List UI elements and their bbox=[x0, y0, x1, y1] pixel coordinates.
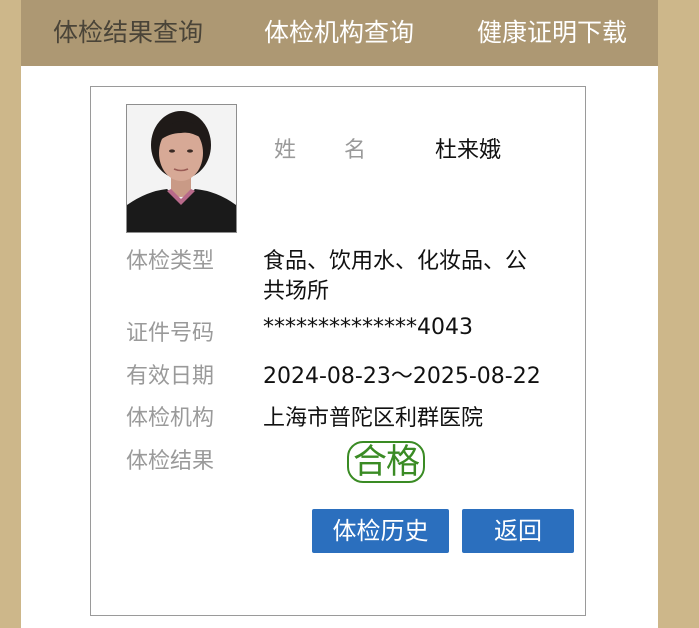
exam-type-value-line2: 共场所 bbox=[263, 279, 330, 304]
exam-institution-label: 体检机构 bbox=[126, 406, 215, 431]
portrait-image bbox=[127, 105, 236, 232]
back-button[interactable]: 返回 bbox=[462, 509, 574, 553]
exam-result-badge: 合格 bbox=[347, 441, 425, 483]
nav-tab-certificate-download[interactable]: 健康证明下载 bbox=[477, 0, 627, 66]
id-number-value: **************4043 bbox=[263, 315, 473, 340]
exam-institution-value: 上海市普陀区利群医院 bbox=[263, 406, 484, 431]
exam-type-label: 体检类型 bbox=[126, 249, 215, 274]
exam-history-button[interactable]: 体检历史 bbox=[312, 509, 449, 553]
top-nav: 体检结果查询 体检机构查询 健康证明下载 bbox=[21, 0, 658, 66]
person-photo bbox=[126, 104, 237, 233]
name-label-second-char: 名 bbox=[344, 138, 367, 163]
person-name: 杜来娥 bbox=[435, 138, 502, 163]
exam-result-label: 体检结果 bbox=[126, 449, 215, 474]
name-label-first-char: 姓 bbox=[274, 138, 297, 163]
valid-date-label: 有效日期 bbox=[126, 364, 215, 389]
nav-tab-result-query[interactable]: 体检结果查询 bbox=[53, 0, 203, 66]
exam-type-value-line1: 食品、饮用水、化妆品、公 bbox=[263, 249, 528, 274]
valid-date-value: 2024-08-23～2025-08-22 bbox=[263, 364, 541, 389]
id-number-label: 证件号码 bbox=[126, 321, 215, 346]
nav-tab-institution-query[interactable]: 体检机构查询 bbox=[264, 0, 414, 66]
